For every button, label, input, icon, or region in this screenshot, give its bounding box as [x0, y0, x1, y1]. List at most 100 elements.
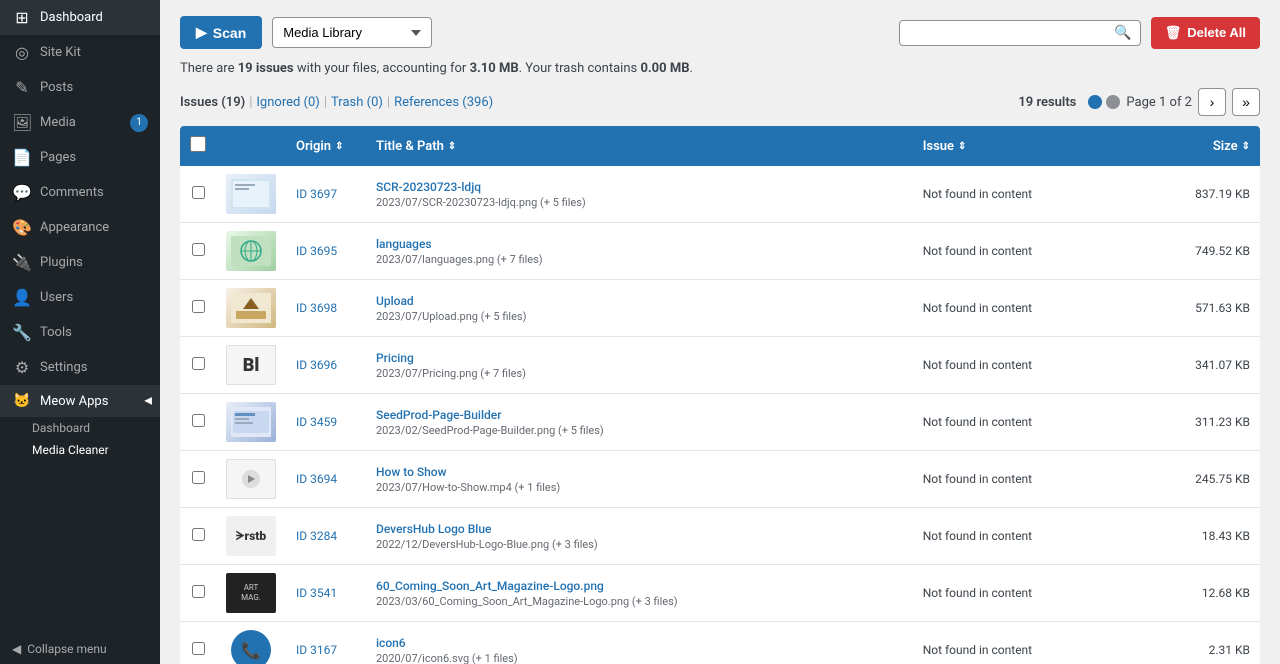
sidebar-item-label: Tools — [40, 325, 72, 340]
th-origin[interactable]: Origin ⇕ — [286, 126, 366, 166]
row-title-link-3695[interactable]: languages — [376, 237, 432, 251]
delete-all-label: Delete All — [1187, 25, 1246, 40]
row-origin-3696[interactable]: ID 3696 — [286, 337, 366, 394]
sidebar-item-appearance[interactable]: 🎨 Appearance — [0, 210, 160, 245]
tab-ignored[interactable]: Ignored (0) — [256, 95, 319, 110]
posts-icon: ✎ — [12, 78, 32, 97]
next-page-button[interactable]: › — [1198, 88, 1226, 116]
row-origin-link-3694[interactable]: ID 3694 — [296, 472, 337, 486]
row-origin-3541[interactable]: ID 3541 — [286, 565, 366, 622]
row-check-3698[interactable] — [180, 280, 216, 337]
scan-button[interactable]: ▶ Scan — [180, 16, 262, 49]
sidebar-item-users[interactable]: 👤 Users — [0, 280, 160, 315]
row-origin-link-3167[interactable]: ID 3167 — [296, 643, 337, 657]
sidebar-item-label: Users — [40, 290, 73, 305]
sidebar-item-plugins[interactable]: 🔌 Plugins — [0, 245, 160, 280]
row-title-link-3697[interactable]: SCR-20230723-ldjq — [376, 180, 481, 194]
row-origin-link-3696[interactable]: ID 3696 — [296, 358, 337, 372]
row-origin-link-3698[interactable]: ID 3698 — [296, 301, 337, 315]
row-path-3697: 2023/07/SCR-20230723-ldjq.png (+ 5 files… — [376, 196, 903, 209]
row-title-link-3284[interactable]: DeversHub Logo Blue — [376, 522, 491, 536]
row-origin-link-3695[interactable]: ID 3695 — [296, 244, 337, 258]
sidebar-item-dashboard[interactable]: ⊞ Dashboard — [0, 0, 160, 35]
sidebar-item-comments[interactable]: 💬 Comments — [0, 175, 160, 210]
sidebar-item-pages[interactable]: 📄 Pages — [0, 140, 160, 175]
row-title-link-3698[interactable]: Upload — [376, 294, 414, 308]
page-toggle-2[interactable] — [1106, 95, 1120, 109]
row-checkbox-3694[interactable] — [192, 471, 205, 484]
th-thumb — [216, 126, 286, 166]
collapse-menu-button[interactable]: ◀ Collapse menu — [0, 634, 160, 664]
row-checkbox-3541[interactable] — [192, 585, 205, 598]
row-origin-3167[interactable]: ID 3167 — [286, 622, 366, 664]
comments-icon: 💬 — [12, 183, 32, 202]
sidebar-item-tools[interactable]: 🔧 Tools — [0, 315, 160, 350]
row-checkbox-3696[interactable] — [192, 357, 205, 370]
delete-all-button[interactable]: 🗑 Delete All — [1151, 17, 1260, 49]
row-origin-link-3697[interactable]: ID 3697 — [296, 187, 337, 201]
table-row: ID 3697 SCR-20230723-ldjq 2023/07/SCR-20… — [180, 166, 1260, 223]
row-checkbox-3459[interactable] — [192, 414, 205, 427]
row-origin-3459[interactable]: ID 3459 — [286, 394, 366, 451]
row-origin-3694[interactable]: ID 3694 — [286, 451, 366, 508]
sidebar: ⊞ Dashboard ◎ Site Kit ✎ Posts 🖼 Media 1… — [0, 0, 160, 664]
row-check-3459[interactable] — [180, 394, 216, 451]
row-title-link-3541[interactable]: 60_Coming_Soon_Art_Magazine-Logo.png — [376, 579, 604, 593]
tab-trash[interactable]: Trash (0) — [331, 95, 383, 110]
page-toggle-1[interactable] — [1088, 95, 1102, 109]
row-check-3284[interactable] — [180, 508, 216, 565]
tab-issues[interactable]: Issues (19) — [180, 95, 245, 110]
sidebar-item-site-kit[interactable]: ◎ Site Kit — [0, 35, 160, 70]
th-issue[interactable]: Issue ⇕ — [913, 126, 1133, 166]
row-checkbox-3284[interactable] — [192, 528, 205, 541]
source-dropdown[interactable]: Media Library Uploads Folder All Files — [272, 17, 432, 48]
row-origin-link-3284[interactable]: ID 3284 — [296, 529, 337, 543]
row-origin-link-3541[interactable]: ID 3541 — [296, 586, 337, 600]
row-origin-3698[interactable]: ID 3698 — [286, 280, 366, 337]
sidebar-sub-media-cleaner[interactable]: Media Cleaner — [0, 439, 160, 461]
row-check-3695[interactable] — [180, 223, 216, 280]
row-thumb-3698 — [216, 280, 286, 337]
sidebar-item-posts[interactable]: ✎ Posts — [0, 70, 160, 105]
last-page-button[interactable]: » — [1232, 88, 1260, 116]
row-origin-3695[interactable]: ID 3695 — [286, 223, 366, 280]
trash-icon: 🗑 — [1165, 25, 1182, 41]
sidebar-item-media[interactable]: 🖼 Media 1 — [0, 105, 160, 140]
row-check-3697[interactable] — [180, 166, 216, 223]
row-title-link-3459[interactable]: SeedProd-Page-Builder — [376, 408, 501, 422]
sidebar-item-label: Appearance — [40, 220, 109, 235]
row-origin-3284[interactable]: ID 3284 — [286, 508, 366, 565]
row-title-link-3167[interactable]: icon6 — [376, 636, 406, 650]
row-check-3541[interactable] — [180, 565, 216, 622]
info-prefix: There are — [180, 61, 238, 76]
sidebar-item-meow-apps[interactable]: 🐱 Meow Apps ◀ — [0, 385, 160, 417]
check-all[interactable] — [190, 136, 206, 152]
row-origin-link-3459[interactable]: ID 3459 — [296, 415, 337, 429]
row-thumb-3697 — [216, 166, 286, 223]
row-path-3284: 2022/12/DeversHub-Logo-Blue.png (+ 3 fil… — [376, 538, 903, 551]
row-title-link-3696[interactable]: Pricing — [376, 351, 414, 365]
table-row: 📞 ID 3167 icon6 2020/07/icon6.svg (+ 1 f… — [180, 622, 1260, 664]
tab-references[interactable]: References (396) — [394, 95, 493, 110]
th-size[interactable]: Size ⇕ — [1133, 126, 1260, 166]
row-check-3696[interactable] — [180, 337, 216, 394]
row-title-3459: SeedProd-Page-Builder 2023/02/SeedProd-P… — [366, 394, 913, 451]
sidebar-sub-dashboard[interactable]: Dashboard — [0, 417, 160, 439]
row-checkbox-3698[interactable] — [192, 300, 205, 313]
row-check-3694[interactable] — [180, 451, 216, 508]
tabs-bar: Issues (19) | Ignored (0) | Trash (0) | … — [180, 88, 1260, 116]
th-title[interactable]: Title & Path ⇕ — [366, 126, 913, 166]
row-checkbox-3697[interactable] — [192, 186, 205, 199]
row-issue-3698: Not found in content — [913, 280, 1133, 337]
row-path-3695: 2023/07/languages.png (+ 7 files) — [376, 253, 903, 266]
sidebar-item-settings[interactable]: ⚙ Settings — [0, 350, 160, 385]
row-thumb-3167: 📞 — [216, 622, 286, 664]
row-issue-3694: Not found in content — [913, 451, 1133, 508]
row-thumb-3541: ARTMAG. — [216, 565, 286, 622]
row-checkbox-3695[interactable] — [192, 243, 205, 256]
row-check-3167[interactable] — [180, 622, 216, 664]
row-checkbox-3167[interactable] — [192, 642, 205, 655]
search-input[interactable] — [908, 25, 1108, 40]
row-title-link-3694[interactable]: How to Show — [376, 465, 447, 479]
row-origin-3697[interactable]: ID 3697 — [286, 166, 366, 223]
